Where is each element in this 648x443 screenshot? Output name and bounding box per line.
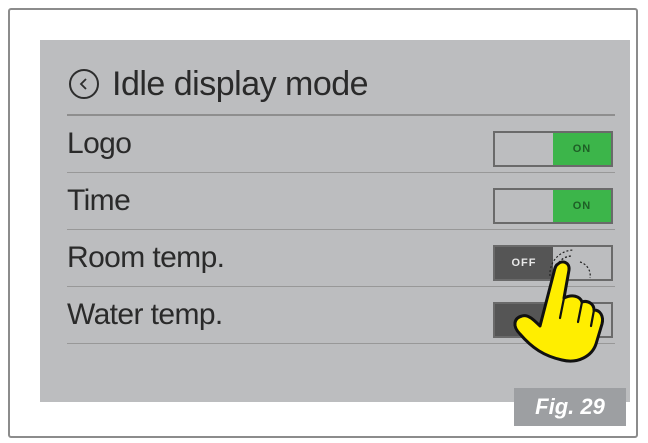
page-title: Idle display mode: [112, 65, 369, 103]
setting-label: Water temp.: [67, 298, 223, 331]
setting-row-time: Time ON: [67, 173, 615, 230]
figure-caption: Fig. 29: [514, 388, 626, 426]
setting-label: Room temp.: [67, 241, 225, 274]
logo-toggle[interactable]: ON: [493, 131, 613, 167]
setting-label: Time: [67, 184, 131, 217]
setting-label: Logo: [67, 127, 132, 160]
figure-frame: Idle display mode Logo ON Time ON Room t…: [8, 8, 638, 438]
toggle-state: ON: [553, 133, 611, 165]
setting-row-logo: Logo ON: [67, 116, 615, 173]
time-toggle[interactable]: ON: [493, 188, 613, 224]
screen-header: Idle display mode: [67, 58, 615, 116]
toggle-state: ON: [553, 190, 611, 222]
tapping-hand-icon: [513, 249, 604, 363]
back-icon[interactable]: [69, 69, 99, 99]
